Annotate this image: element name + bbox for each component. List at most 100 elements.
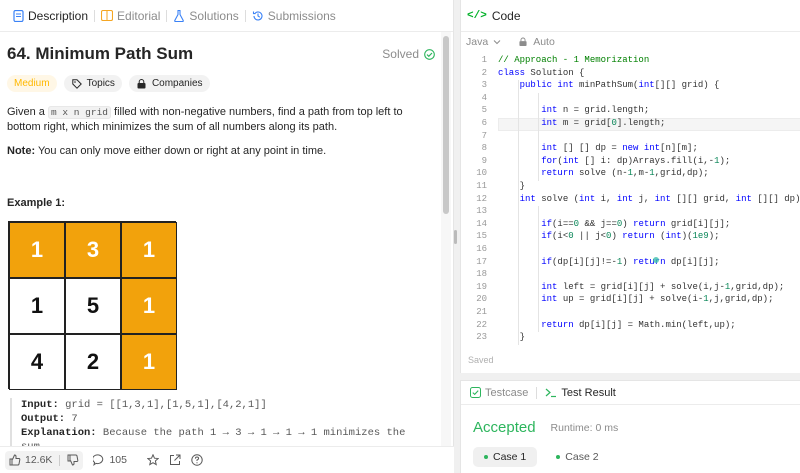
editorial-icon [101, 10, 114, 22]
case-2-tab[interactable]: Case 2 [545, 447, 609, 467]
testcase-label: Testcase [485, 386, 529, 399]
help-circle-icon [191, 454, 203, 466]
terminal-icon [545, 387, 557, 399]
accepted-status: Accepted [473, 419, 536, 436]
case-2-label: Case 2 [565, 451, 599, 463]
example-title: Example 1: [7, 197, 66, 209]
grid-cell: 3 [65, 222, 121, 278]
code-icon: </> [467, 9, 487, 22]
tab-divider [536, 386, 538, 399]
code-line: 20 int up = grid[i][j] + solve(i-1,j,gri… [476, 294, 774, 305]
description-panel: Description Editorial Solutions Submissi… [0, 0, 454, 473]
tab-submissions-label: Submissions [267, 8, 336, 23]
flask-icon [173, 9, 185, 22]
code-line: 9 for(int [] i: dp)Arrays.fill(i,-1); [481, 155, 731, 166]
code-line: 6 int m = grid[0].length; [481, 118, 666, 128]
topics-label: Topics [86, 78, 115, 89]
thumbs-up-icon[interactable] [9, 454, 21, 466]
tab-solutions[interactable]: Solutions [167, 9, 244, 23]
comments-button[interactable]: 105 [93, 454, 127, 466]
description-tabs: Description Editorial Solutions Submissi… [0, 0, 453, 32]
solved-status: Solved [382, 47, 435, 61]
code-line: 5 int n = grid.length; [481, 105, 650, 116]
result-panel: Testcase Test Result Accepted Runtime: 0… [460, 380, 800, 473]
case-1-tab[interactable]: Case 1 [473, 447, 538, 467]
code-line: 23 } [476, 332, 526, 343]
share-button[interactable] [169, 454, 181, 466]
code-line: 7 [481, 130, 487, 141]
thumbs-down-icon[interactable] [67, 454, 79, 466]
result-summary: Accepted Runtime: 0 ms [473, 419, 618, 436]
grid-cell: 1 [9, 222, 65, 278]
companies-button[interactable]: Companies [128, 75, 210, 92]
problem-description: Given a m x n grid filled with non-negat… [7, 105, 435, 135]
output-value: 7 [65, 413, 78, 425]
scrollbar-thumb[interactable] [443, 36, 449, 214]
code-line: 16 [476, 244, 487, 254]
code-editor[interactable]: 1// Approach - 1 Memorization 2 class Sol… [461, 55, 800, 347]
grid-cell: 1 [121, 278, 177, 334]
code-line: 8 int [] [] dp = new int[n][m]; [481, 143, 698, 154]
check-circle-icon [423, 48, 435, 60]
tab-testcase[interactable]: Testcase [469, 387, 528, 399]
code-header: </> Code [461, 0, 800, 32]
lock-icon [517, 36, 529, 48]
input-value: grid = [[1,3,1],[1,5,1],[4,2,1]] [58, 399, 267, 411]
tab-editorial[interactable]: Editorial [95, 9, 166, 23]
tab-editorial-label: Editorial [117, 8, 161, 23]
problem-badges: Medium Topics Companies [7, 75, 210, 92]
checkbox-icon [469, 387, 481, 399]
panel-resize-handle[interactable] [454, 230, 457, 244]
solved-label: Solved [382, 47, 419, 61]
auto-mode-label: Auto [533, 36, 555, 48]
code-line: 15 if(i<0 || j<0) return (int)(1e9); [476, 231, 720, 242]
tab-test-result[interactable]: Test Result [545, 387, 616, 399]
code-toolbar: Java Auto [461, 34, 800, 50]
code-line: 14 if(i==0 && j==0) return grid[i][j]; [476, 218, 731, 229]
like-count: 12.6K [25, 454, 53, 466]
star-icon [146, 454, 159, 466]
help-button[interactable] [191, 454, 203, 466]
tab-submissions[interactable]: Submissions [246, 9, 342, 23]
input-label: Input: [21, 399, 59, 411]
code-line: 12 int solve (int i, int j, int [][] gri… [476, 193, 800, 204]
code-line: 22 return dp[i][j] = Math.min(left,up); [476, 319, 736, 330]
result-tabs: Testcase Test Result [461, 381, 800, 405]
pass-dot [556, 455, 561, 459]
description-icon [12, 9, 24, 22]
comment-count: 105 [109, 454, 127, 466]
description-scrollbar[interactable] [441, 32, 451, 446]
desc-code: m x n grid [47, 106, 111, 119]
cursor-indicator [653, 257, 659, 263]
topics-button[interactable]: Topics [63, 75, 122, 92]
grid-cell: 1 [9, 278, 65, 334]
chevron-down-icon [491, 36, 503, 48]
example-explanation: Explanation: Because the path 1 → 3 → 1 … [21, 426, 435, 446]
output-label: Output: [21, 413, 66, 425]
favorite-button[interactable] [146, 454, 159, 466]
grid-cell: 5 [65, 278, 121, 334]
grid-cell: 4 [9, 334, 65, 390]
example-io: Input: grid = [[1,3,1],[1,5,1],[4,2,1]] … [10, 398, 435, 446]
code-line: 2 class Solution { [481, 67, 585, 78]
code-line: 17 if(dp[i][j]!=-1) return dp[i][j]; [476, 256, 720, 267]
problem-note: Note: You can only move either down or r… [7, 145, 326, 157]
companies-label: Companies [151, 78, 203, 89]
example-output: Output: 7 [21, 412, 435, 426]
share-icon [169, 454, 181, 466]
case-tabs: Case 1 Case 2 [473, 447, 610, 467]
vote-group: 12.6K [5, 450, 84, 470]
language-select[interactable]: Java [466, 36, 503, 48]
desc-pre: Given a [7, 106, 48, 118]
saved-status: Saved [468, 355, 494, 365]
problem-content: 64. Minimum Path Sum Solved Medium Topic… [7, 32, 437, 446]
comment-icon [93, 454, 105, 466]
tab-description[interactable]: Description [6, 9, 94, 23]
note-text: You can only move either down or right a… [35, 145, 327, 157]
code-line: 3 public int minPathSum(int[][] grid) { [481, 80, 720, 91]
title-row: 64. Minimum Path Sum Solved [7, 44, 435, 64]
code-header-label: Code [491, 8, 521, 23]
problem-title[interactable]: 64. Minimum Path Sum [7, 44, 193, 64]
auto-mode-toggle[interactable]: Auto [517, 36, 555, 48]
code-line: 13 [476, 206, 487, 217]
